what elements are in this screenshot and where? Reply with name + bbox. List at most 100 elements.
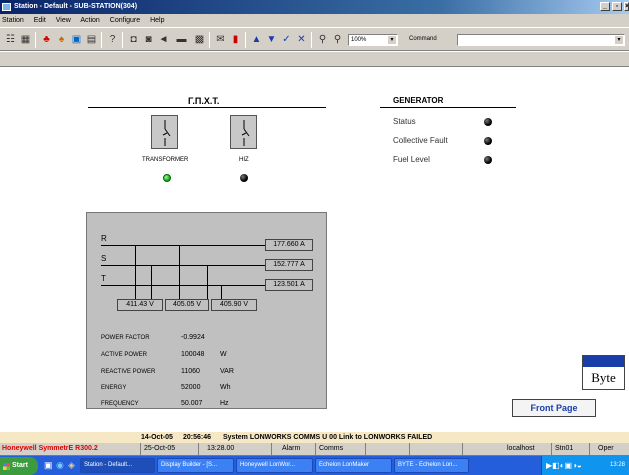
menu-action[interactable]: Action (80, 17, 99, 24)
task-display-builder[interactable]: Display Builder - [S... (157, 458, 234, 473)
back-icon[interactable]: ◄ (157, 33, 170, 46)
page-down-icon[interactable]: ◙ (142, 33, 155, 46)
trend-icon[interactable]: ▮ (229, 33, 242, 46)
generator-underline (380, 107, 516, 108)
title-bar: Station - Default - SUB-STATION(304) _ ▫… (0, 0, 629, 14)
toolbar-separator (311, 32, 312, 48)
quick-launch-desktop-icon[interactable]: ▣ (44, 460, 53, 471)
command-input[interactable]: ▾ (457, 34, 625, 46)
substation-title: Γ.Π.Χ.Τ. (188, 96, 220, 106)
alarm-line[interactable]: 14-Oct-05 20:56:46 System LONWORKS COMMS… (0, 432, 629, 443)
clock[interactable]: 13:28 (610, 462, 625, 468)
hiz-label: HIZ (239, 157, 249, 163)
windows-logo-icon (3, 463, 10, 470)
logo-text: Byte (591, 370, 616, 385)
fuel-level-label: Fuel Level (393, 155, 430, 164)
toolbar-separator (209, 32, 210, 48)
maximize-button[interactable]: ▫ (612, 2, 622, 11)
custom-display: Γ.Π.Χ.Τ. TRANSFORMER HIZ GENERATOR Statu… (0, 67, 629, 431)
acknowledge-icon[interactable]: ✓ (280, 33, 293, 46)
alarm-status[interactable]: Alarm (271, 443, 315, 455)
forward-icon[interactable]: ▬ (175, 33, 188, 46)
alarm-summary-icon[interactable]: ♠ (55, 33, 68, 46)
alarm-date: 14-Oct-05 (141, 434, 173, 441)
report-icon[interactable]: ▤ (85, 33, 98, 46)
generator-title: GENERATOR (393, 96, 444, 105)
associated-display-icon[interactable]: ▩ (193, 33, 206, 46)
fuel-level-indicator (484, 156, 492, 164)
toolbar-separator (101, 32, 102, 48)
reactive-power-unit: VAR (220, 368, 234, 375)
alarm-time: 20:56:46 (183, 434, 212, 441)
menu-view[interactable]: View (56, 17, 71, 24)
frequency-label: FREQUENCY (101, 401, 139, 407)
chevron-down-icon[interactable]: ▾ (615, 36, 623, 44)
s-connector (207, 265, 208, 299)
close-button[interactable]: × (624, 2, 629, 11)
message-icon[interactable]: ✉ (214, 33, 227, 46)
minimize-button[interactable]: _ (600, 2, 610, 11)
cancel-icon[interactable]: ✕ (295, 33, 308, 46)
zoom-value: 100% (351, 37, 367, 43)
phase-s-line (101, 265, 265, 266)
task-echelon-lonmaker[interactable]: Echelon LonMaker (315, 458, 392, 473)
power-factor-value: -0.9924 (181, 334, 205, 341)
station-app-icon (2, 3, 11, 11)
quick-launch-media-icon[interactable]: ◈ (68, 460, 75, 471)
zoom-select[interactable]: 100% ▾ (348, 34, 398, 46)
collective-fault-indicator (484, 137, 492, 145)
status-time: 13:28.00 (198, 443, 271, 455)
status-blank-1 (365, 443, 409, 455)
picture-icon[interactable]: ▦ (19, 33, 32, 46)
faceplate-icon[interactable]: ⚲ (316, 33, 329, 46)
product-name: Honeywell SymmetrE R300.2 (2, 445, 98, 452)
start-label: Start (12, 462, 28, 469)
quick-launch-ie-icon[interactable]: ◉ (56, 460, 64, 471)
menu-configure[interactable]: Configure (110, 17, 140, 24)
status-date: 25-Oct-05 (140, 443, 198, 455)
breaker-symbol-icon (241, 120, 250, 146)
comms-status[interactable]: Comms (315, 443, 365, 455)
rs-connector (135, 245, 136, 299)
byte-logo: Byte (582, 355, 625, 390)
menu-station[interactable]: Station (2, 17, 24, 24)
front-page-button[interactable]: Front Page (512, 399, 596, 417)
command-label: Command (409, 36, 437, 42)
current-r-value: 177.660 A (265, 239, 313, 251)
host-name: localhost (462, 443, 551, 455)
task-station[interactable]: Station - Default... (80, 458, 155, 473)
breaker-symbol-icon (162, 120, 171, 146)
frequency-unit: Hz (220, 400, 229, 407)
task-byte-echelon[interactable]: BYTE - Echelon Lon... (394, 458, 469, 473)
transformer-label: TRANSFORMER (142, 157, 189, 163)
tray-icons[interactable]: ▶◧◐▣◑◒ (546, 456, 582, 475)
energy-unit: Wh (220, 384, 231, 391)
start-button[interactable]: Start (0, 457, 38, 475)
event-icon[interactable]: ▣ (70, 33, 83, 46)
alarm-bell-icon[interactable]: ♣ (40, 33, 53, 46)
toolbar-strip (0, 52, 629, 67)
taskbar: Start ▣ ◉ ◈ Station - Default... Display… (0, 455, 629, 475)
menu-edit[interactable]: Edit (34, 17, 46, 24)
menu-help[interactable]: Help (150, 17, 164, 24)
substation-underline (88, 107, 326, 108)
zoom-icon[interactable]: ⚲ (331, 33, 344, 46)
hiz-breaker[interactable] (230, 115, 257, 149)
energy-label: ENERGY (101, 385, 127, 391)
phase-t-line (101, 285, 265, 286)
help-icon[interactable]: ? (106, 33, 119, 46)
network-icon[interactable]: ☷ (4, 33, 17, 46)
chevron-down-icon[interactable]: ▾ (388, 36, 396, 44)
current-t-value: 123.501 A (265, 279, 313, 291)
raise-icon[interactable]: ▲ (250, 33, 263, 46)
window-title: Station - Default - SUB-STATION(304) (14, 3, 138, 10)
page-up-icon[interactable]: ◘ (127, 33, 140, 46)
phase-r-label: R (101, 234, 107, 243)
frequency-value: 50.007 (181, 400, 203, 407)
task-honeywell-lonworks[interactable]: Honeywell LonWor... (236, 458, 313, 473)
voltage-tr-value: 405.90 V (211, 299, 257, 311)
transformer-breaker[interactable] (151, 115, 178, 149)
toolbar-separator (122, 32, 123, 48)
collective-fault-label: Collective Fault (393, 136, 448, 145)
lower-icon[interactable]: ▼ (265, 33, 278, 46)
